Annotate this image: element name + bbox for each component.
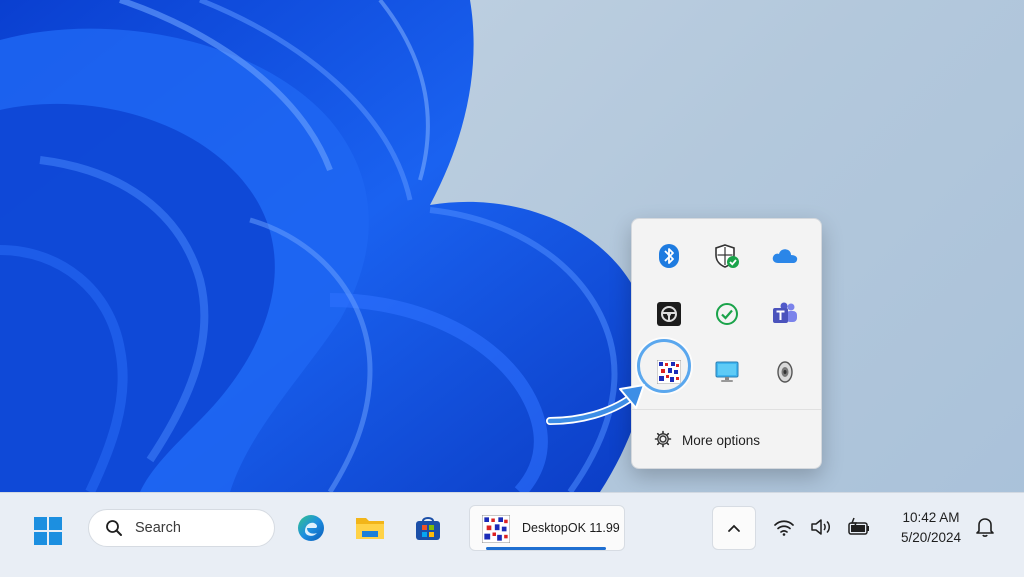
windows-security-icon[interactable] <box>698 227 756 285</box>
microsoft-store-icon[interactable] <box>411 511 445 545</box>
display-icon[interactable] <box>698 343 756 401</box>
check-circle-icon[interactable] <box>698 285 756 343</box>
windows-start-icon <box>34 517 62 545</box>
volume-icon[interactable] <box>810 517 832 542</box>
gear-icon <box>654 430 672 451</box>
desktopok-app-label: DesktopOK 11.99 <box>522 521 620 535</box>
clock-date: 5/20/2024 <box>900 530 962 545</box>
desktopok-taskbar-button[interactable]: DesktopOK 11.99 <box>469 505 625 551</box>
chevron-up-icon <box>728 524 740 532</box>
bluetooth-icon[interactable] <box>640 227 698 285</box>
start-button[interactable] <box>34 517 62 550</box>
teams-icon[interactable] <box>756 285 814 343</box>
steering-wheel-app-icon[interactable] <box>640 285 698 343</box>
notification-center-button[interactable] <box>975 516 995 543</box>
running-indicator <box>486 547 606 550</box>
file-explorer-icon[interactable] <box>353 511 387 545</box>
edge-icon[interactable] <box>294 511 328 545</box>
battery-icon[interactable] <box>847 517 871 542</box>
onedrive-icon[interactable] <box>756 227 814 285</box>
pointer-arrow-icon <box>546 384 645 425</box>
speaker-icon[interactable] <box>756 343 814 401</box>
clock[interactable]: 10:42 AM 5/20/2024 <box>884 508 978 548</box>
wifi-icon[interactable] <box>773 517 795 542</box>
flyout-separator <box>632 409 821 410</box>
show-hidden-icons-button[interactable] <box>712 506 756 550</box>
desktop-wallpaper <box>0 0 648 492</box>
search-box[interactable]: Search <box>88 509 275 547</box>
bell-icon <box>976 518 994 537</box>
search-icon <box>105 519 123 537</box>
search-label: Search <box>135 520 181 536</box>
more-options-label: More options <box>682 433 761 448</box>
clock-time: 10:42 AM <box>902 510 960 525</box>
more-options-button[interactable]: More options <box>654 430 760 451</box>
desktopok-icon <box>481 514 511 548</box>
